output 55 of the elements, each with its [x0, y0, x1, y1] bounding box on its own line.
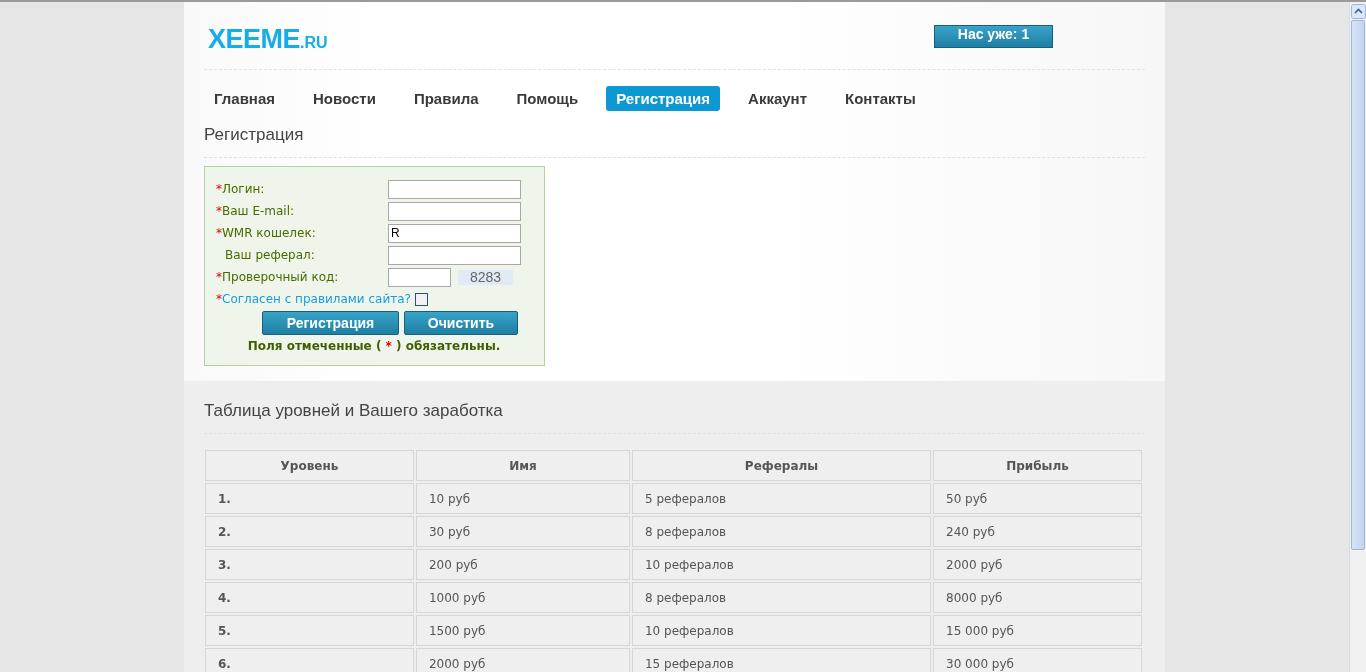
table-cell: 1500 руб [415, 615, 630, 646]
table-cell: 1. [205, 483, 414, 514]
table-cell: 50 руб [933, 483, 1142, 514]
field-label: *Проверочный код: [216, 270, 340, 284]
field-label: *Ваш E-mail: [216, 204, 296, 218]
table-cell: 8000 руб [933, 582, 1142, 613]
column-header: Рефералы [631, 450, 932, 481]
table-cell: 8 рефералов [631, 516, 932, 547]
clear-button[interactable]: Очистить [404, 311, 518, 335]
table-cell: 2000 руб [933, 549, 1142, 580]
nav-link[interactable]: Аккаунт [738, 86, 817, 111]
nav-link[interactable]: Контакты [835, 86, 926, 111]
agreement-link[interactable]: *Согласен с правилами сайта? [216, 292, 411, 306]
nav-link[interactable]: Главная [204, 86, 285, 111]
nav-link[interactable]: Правила [403, 86, 489, 111]
nav-link[interactable]: Новости [303, 86, 386, 111]
field-label: *WMR кошелек: [216, 226, 317, 240]
table-cell: 30 руб [415, 516, 630, 547]
required-note: Поля отмеченные ( * ) обязательны. [246, 339, 502, 353]
table-cell: 15 рефералов [631, 648, 932, 672]
table-cell: 3. [205, 549, 414, 580]
table-cell: 6. [205, 648, 414, 672]
scrollbar[interactable] [1349, 2, 1366, 672]
page-title: Регистрация [204, 125, 1145, 158]
table-cell: 2000 руб [415, 648, 630, 672]
input-field[interactable] [388, 179, 521, 199]
scrollbar-thumb[interactable] [1351, 20, 1365, 550]
input-field[interactable] [388, 245, 521, 265]
captcha-image: 8283 [458, 269, 514, 285]
field-label: Ваш реферал: [224, 248, 316, 262]
field-label: *Логин: [216, 182, 266, 196]
table-cell: 10 рефералов [631, 615, 932, 646]
table-cell: 200 руб [415, 549, 630, 580]
input-field[interactable] [388, 201, 521, 221]
column-header: Уровень [205, 450, 414, 481]
table-cell: 5. [205, 615, 414, 646]
table-cell: 240 руб [933, 516, 1142, 547]
table-cell: 4. [205, 582, 414, 613]
table-cell: 5 рефералов [631, 483, 932, 514]
input-field[interactable]: R [388, 223, 521, 243]
table-cell: 1000 руб [415, 582, 630, 613]
column-header: Имя [415, 450, 630, 481]
column-header: Прибыль [933, 450, 1142, 481]
table-title: Таблица уровней и Вашего заработка [204, 401, 1145, 434]
agreement-checkbox[interactable] [414, 292, 428, 306]
table-cell: 8 рефералов [631, 582, 932, 613]
table-cell: 30 000 руб [933, 648, 1142, 672]
input-field[interactable] [388, 267, 451, 287]
table-cell: 15 000 руб [933, 615, 1142, 646]
table-cell: 10 рефералов [631, 549, 932, 580]
nav-link[interactable]: Помощь [506, 86, 589, 111]
table-cell: 10 руб [415, 483, 630, 514]
member-counter: Нас уже: 1 [934, 25, 1053, 48]
register-button[interactable]: Регистрация [262, 311, 399, 335]
table-cell: 2. [205, 516, 414, 547]
